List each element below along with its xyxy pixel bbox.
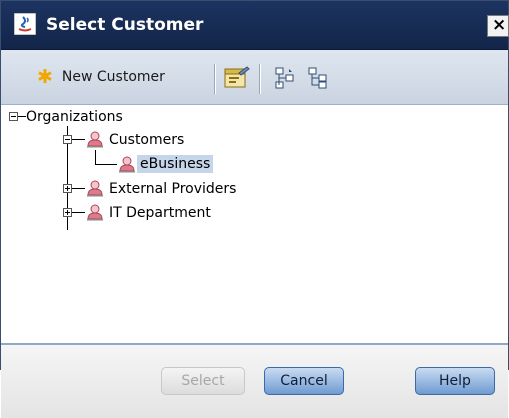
organization-icon	[87, 180, 103, 197]
collapse-toggle[interactable]	[9, 112, 18, 121]
close-button[interactable]: ×	[487, 15, 509, 37]
title-bar[interactable]: Select Customer ×	[1, 1, 509, 50]
expand-all-icon[interactable]	[275, 67, 295, 89]
toolbar-separator	[259, 64, 261, 94]
close-icon: ×	[492, 15, 507, 35]
tree-connector	[72, 212, 85, 213]
expand-toggle[interactable]	[63, 184, 72, 193]
help-button[interactable]: Help	[415, 367, 495, 395]
window-title: Select Customer	[46, 15, 204, 35]
dialog-footer: Select Cancel Help	[1, 345, 508, 418]
select-customer-dialog: Select Customer × ✱ New Customer Organiz…	[0, 0, 509, 418]
java-icon	[14, 13, 36, 35]
tree-connector	[72, 188, 85, 189]
tree-connector	[95, 164, 117, 165]
new-customer-button[interactable]: ✱ New Customer	[37, 65, 165, 89]
tree-node-it-department[interactable]: IT Department	[109, 204, 211, 222]
tree-connector	[72, 139, 85, 140]
tree-node-external-providers[interactable]: External Providers	[109, 180, 236, 198]
properties-icon[interactable]	[222, 64, 252, 92]
tree-connector	[18, 116, 26, 117]
select-button[interactable]: Select	[161, 367, 245, 395]
organization-tree: Organizations Customers eBusiness Extern…	[1, 106, 508, 296]
organization-icon	[119, 156, 135, 173]
new-customer-label: New Customer	[61, 69, 165, 85]
toolbar: ✱ New Customer	[1, 50, 508, 105]
new-star-icon: ✱	[37, 66, 53, 88]
tree-node-organizations[interactable]: Organizations	[26, 108, 123, 126]
collapse-toggle[interactable]	[63, 135, 72, 144]
organization-icon	[87, 204, 103, 221]
dialog-content: ✱ New Customer Organizations Customers e…	[1, 50, 508, 418]
collapse-all-icon[interactable]	[308, 67, 328, 89]
tree-node-ebusiness[interactable]: eBusiness	[137, 155, 214, 173]
organization-icon	[87, 131, 103, 148]
toolbar-separator	[214, 64, 216, 94]
tree-node-customers[interactable]: Customers	[109, 131, 184, 149]
tree-connector	[95, 150, 96, 165]
expand-toggle[interactable]	[63, 208, 72, 217]
cancel-button[interactable]: Cancel	[264, 367, 344, 395]
